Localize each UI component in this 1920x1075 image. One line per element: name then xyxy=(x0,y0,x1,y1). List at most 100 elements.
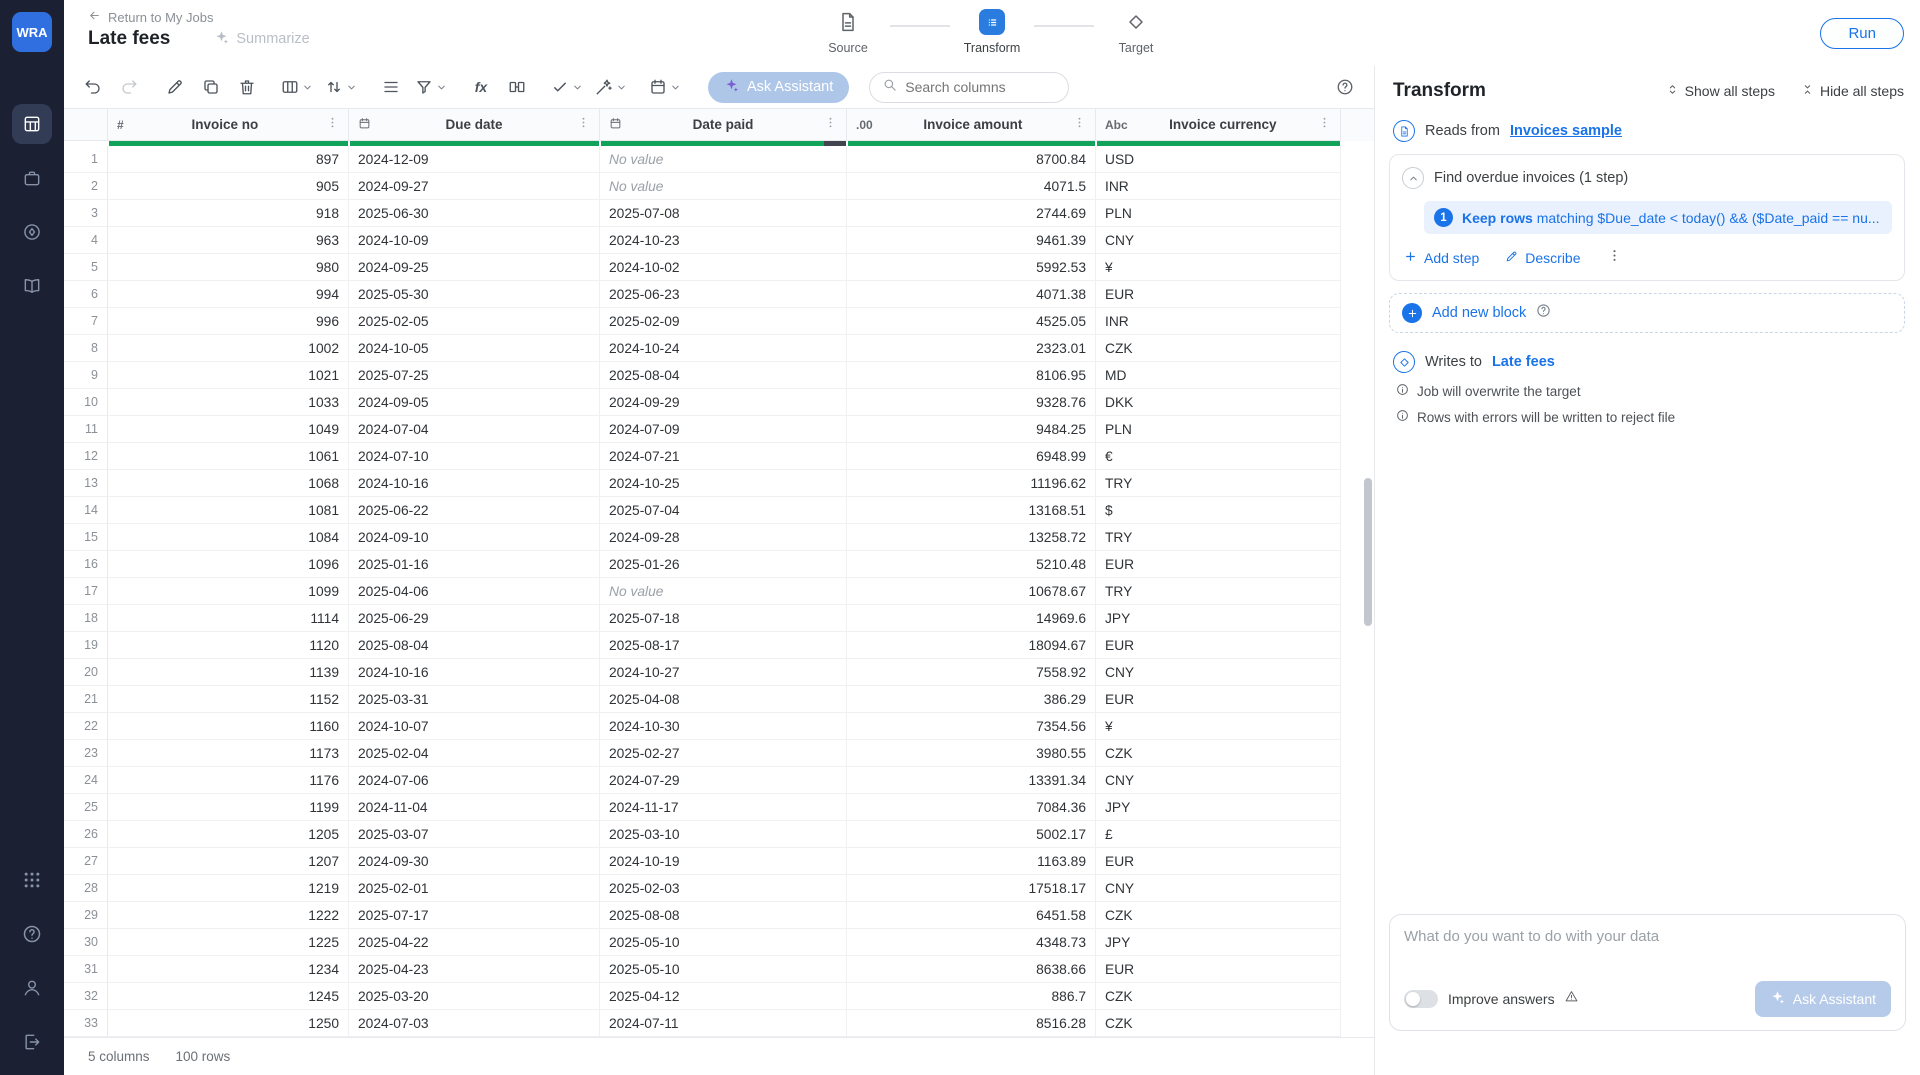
date-paid-cell[interactable]: 2024-10-02 xyxy=(600,254,847,281)
sidebar-item-docs[interactable] xyxy=(12,266,52,306)
invoice-currency-cell[interactable]: USD xyxy=(1096,146,1341,173)
due-date-cell[interactable]: 2025-03-07 xyxy=(349,821,600,848)
date-paid-cell[interactable]: 2024-07-09 xyxy=(600,416,847,443)
row-number-cell[interactable]: 13 xyxy=(64,470,108,497)
invoice-currency-cell[interactable]: CZK xyxy=(1096,902,1341,929)
column-menu-icon[interactable] xyxy=(1073,116,1086,134)
invoice-currency-cell[interactable]: EUR xyxy=(1096,686,1341,713)
row-number-cell[interactable]: 5 xyxy=(64,254,108,281)
invoice-no-cell[interactable]: 1033 xyxy=(108,389,349,416)
invoice-currency-cell[interactable]: INR xyxy=(1096,173,1341,200)
due-date-cell[interactable]: 2024-07-03 xyxy=(349,1010,600,1037)
invoice-no-cell[interactable]: 1081 xyxy=(108,497,349,524)
invoice-amount-cell[interactable]: 6948.99 xyxy=(847,443,1096,470)
invoice-amount-cell[interactable]: 8638.66 xyxy=(847,956,1096,983)
invoice-no-cell[interactable]: 905 xyxy=(108,173,349,200)
add-new-block-button[interactable]: Add new block xyxy=(1389,293,1905,333)
assistant-prompt-input[interactable] xyxy=(1404,928,1891,970)
date-paid-cell[interactable]: 2025-07-18 xyxy=(600,605,847,632)
invoice-amount-cell[interactable]: 2323.01 xyxy=(847,335,1096,362)
due-date-cell[interactable]: 2025-03-20 xyxy=(349,983,600,1010)
invoice-no-cell[interactable]: 1114 xyxy=(108,605,349,632)
due-date-cell[interactable]: 2025-04-23 xyxy=(349,956,600,983)
invoice-currency-cell[interactable]: PLN xyxy=(1096,200,1341,227)
invoice-currency-cell[interactable]: EUR xyxy=(1096,551,1341,578)
date-paid-cell[interactable]: 2024-10-24 xyxy=(600,335,847,362)
invoice-no-cell[interactable]: 1002 xyxy=(108,335,349,362)
invoice-currency-cell[interactable]: CZK xyxy=(1096,335,1341,362)
row-number-cell[interactable]: 25 xyxy=(64,794,108,821)
invoice-amount-cell[interactable]: 5002.17 xyxy=(847,821,1096,848)
delete-button[interactable] xyxy=(232,72,262,102)
column-header-rownum[interactable] xyxy=(64,109,108,141)
search-columns-input[interactable] xyxy=(905,79,1045,95)
search-columns-box[interactable] xyxy=(869,72,1069,103)
invoice-no-cell[interactable]: 1205 xyxy=(108,821,349,848)
due-date-cell[interactable]: 2024-07-10 xyxy=(349,443,600,470)
invoice-no-cell[interactable]: 994 xyxy=(108,281,349,308)
column-header-date-paid[interactable]: Date paid xyxy=(600,109,847,141)
duplicate-button[interactable] xyxy=(196,72,226,102)
add-step-button[interactable]: Add step xyxy=(1404,250,1479,266)
invoice-amount-cell[interactable]: 7558.92 xyxy=(847,659,1096,686)
row-number-cell[interactable]: 21 xyxy=(64,686,108,713)
invoice-no-cell[interactable]: 1222 xyxy=(108,902,349,929)
invoice-no-cell[interactable]: 1160 xyxy=(108,713,349,740)
invoice-amount-cell[interactable]: 8106.95 xyxy=(847,362,1096,389)
enrich-menu-button[interactable] xyxy=(592,72,630,102)
help-icon[interactable] xyxy=(1536,303,1551,323)
due-date-cell[interactable]: 2024-09-27 xyxy=(349,173,600,200)
invoice-no-cell[interactable]: 918 xyxy=(108,200,349,227)
due-date-cell[interactable]: 2025-07-25 xyxy=(349,362,600,389)
summarize-button[interactable]: Summarize xyxy=(214,30,309,49)
invoice-no-cell[interactable]: 1245 xyxy=(108,983,349,1010)
due-date-cell[interactable]: 2024-09-05 xyxy=(349,389,600,416)
column-header-invoice-no[interactable]: # Invoice no xyxy=(108,109,349,141)
invoice-amount-cell[interactable]: 11196.62 xyxy=(847,470,1096,497)
ask-assistant-submit-button[interactable]: Ask Assistant xyxy=(1755,981,1891,1017)
invoice-amount-cell[interactable]: 4071.5 xyxy=(847,173,1096,200)
row-number-cell[interactable]: 27 xyxy=(64,848,108,875)
date-paid-cell[interactable]: No value xyxy=(600,578,847,605)
invoice-amount-cell[interactable]: 7084.36 xyxy=(847,794,1096,821)
row-number-cell[interactable]: 2 xyxy=(64,173,108,200)
invoice-amount-cell[interactable]: 17518.17 xyxy=(847,875,1096,902)
invoice-amount-cell[interactable]: 10678.67 xyxy=(847,578,1096,605)
date-paid-cell[interactable]: 2025-02-09 xyxy=(600,308,847,335)
invoice-no-cell[interactable]: 1084 xyxy=(108,524,349,551)
invoice-amount-cell[interactable]: 14969.6 xyxy=(847,605,1096,632)
due-date-cell[interactable]: 2024-07-04 xyxy=(349,416,600,443)
invoice-currency-cell[interactable]: JPY xyxy=(1096,605,1341,632)
row-number-cell[interactable]: 31 xyxy=(64,956,108,983)
date-paid-cell[interactable]: 2024-10-27 xyxy=(600,659,847,686)
invoice-currency-cell[interactable]: EUR xyxy=(1096,281,1341,308)
vertical-scrollbar[interactable] xyxy=(1364,478,1372,626)
invoice-amount-cell[interactable]: 13258.72 xyxy=(847,524,1096,551)
return-to-jobs-link[interactable]: Return to My Jobs xyxy=(88,9,310,25)
due-date-cell[interactable]: 2025-03-31 xyxy=(349,686,600,713)
redo-button[interactable] xyxy=(114,72,144,102)
date-paid-cell[interactable]: No value xyxy=(600,146,847,173)
invoice-no-cell[interactable]: 980 xyxy=(108,254,349,281)
invoice-currency-cell[interactable]: CZK xyxy=(1096,1010,1341,1037)
step-transform[interactable]: Transform xyxy=(950,9,1034,55)
validate-menu-button[interactable] xyxy=(548,72,586,102)
invoice-no-cell[interactable]: 1096 xyxy=(108,551,349,578)
due-date-cell[interactable]: 2025-02-04 xyxy=(349,740,600,767)
sidebar-item-logout[interactable] xyxy=(12,1022,52,1062)
row-height-button[interactable] xyxy=(376,72,406,102)
sidebar-item-projects[interactable] xyxy=(12,158,52,198)
due-date-cell[interactable]: 2025-07-17 xyxy=(349,902,600,929)
invoice-amount-cell[interactable]: 1163.89 xyxy=(847,848,1096,875)
invoice-no-cell[interactable]: 1139 xyxy=(108,659,349,686)
invoice-amount-cell[interactable]: 5992.53 xyxy=(847,254,1096,281)
column-menu-icon[interactable] xyxy=(577,116,590,134)
row-number-cell[interactable]: 14 xyxy=(64,497,108,524)
invoice-amount-cell[interactable]: 386.29 xyxy=(847,686,1096,713)
date-paid-cell[interactable]: 2024-10-25 xyxy=(600,470,847,497)
invoice-currency-cell[interactable]: CZK xyxy=(1096,740,1341,767)
due-date-cell[interactable]: 2024-10-05 xyxy=(349,335,600,362)
due-date-cell[interactable]: 2025-02-05 xyxy=(349,308,600,335)
invoice-no-cell[interactable]: 1173 xyxy=(108,740,349,767)
invoice-currency-cell[interactable]: $ xyxy=(1096,497,1341,524)
